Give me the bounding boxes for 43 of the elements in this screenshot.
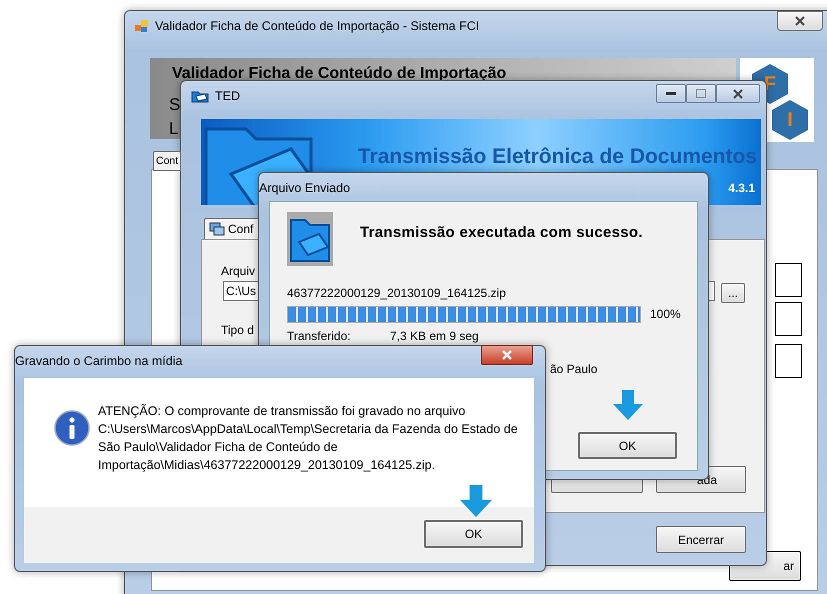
computer-icon: [209, 222, 225, 236]
close-icon: [502, 350, 512, 360]
message-text: ATENÇÃO: O comprovante de transmissão foi gravado no arquivo C:\Users\Marcos\AppData\Local\Temp\Secretaria da Fazenda do Estado de São Paulo\Validador Ficha de Conteúdo de Importação\Midias\46377222000129_20130109_164125.zip.: [98, 403, 518, 474]
version-label: 4.3.1: [728, 181, 755, 195]
banner-title: Transmissão Eletrônica de Documentos: [358, 145, 757, 169]
file-name: 46377222000129_20130109_164125.zip: [287, 286, 506, 300]
close-button[interactable]: Encerrar: [656, 526, 746, 553]
window-title: Gravando o Carimbo na mídia: [15, 354, 182, 368]
location-text: ão Paulo: [550, 362, 598, 376]
logo-letter: I: [787, 108, 793, 132]
header-text: S: [169, 95, 180, 115]
progress-percent: 100%: [650, 307, 681, 321]
close-icon: [795, 16, 805, 26]
window-title: Arquivo Enviado: [259, 181, 350, 195]
folder-icon: [287, 212, 333, 266]
transferred-value: 7,3 KB em 9 seg: [390, 329, 479, 343]
field-label: Tipo d: [221, 323, 254, 337]
close-icon: [733, 88, 743, 98]
close-button[interactable]: [481, 345, 533, 365]
input-field[interactable]: [775, 263, 802, 297]
header-title: Validador Ficha de Conteúdo de Importação: [172, 65, 506, 83]
folder-icon: [191, 89, 209, 103]
window-title: Validador Ficha de Conteúdo de Importação - Sistema FCI: [155, 19, 480, 33]
arrow-down-icon: [460, 485, 492, 517]
field-label: Arquiv: [221, 264, 256, 278]
tab[interactable]: Cont: [153, 151, 181, 171]
ok-button[interactable]: OK: [578, 432, 677, 459]
info-icon: [54, 410, 90, 446]
ok-button[interactable]: OK: [424, 520, 523, 548]
maximize-icon: [696, 89, 706, 98]
input-field[interactable]: [775, 302, 802, 336]
close-button[interactable]: [777, 11, 823, 31]
header-text: L: [169, 119, 178, 139]
window-title: TED: [215, 89, 240, 103]
transferred-label: Transferido:: [287, 329, 351, 343]
close-button[interactable]: [716, 84, 760, 103]
minimize-icon: [666, 92, 676, 96]
app-icon: [135, 19, 149, 33]
arrow-down-icon: [613, 390, 643, 420]
success-message: Transmissão executada com sucesso.: [360, 224, 643, 241]
minimize-button[interactable]: [656, 84, 686, 103]
browse-button[interactable]: ...: [721, 283, 745, 303]
input-field[interactable]: [775, 344, 802, 378]
